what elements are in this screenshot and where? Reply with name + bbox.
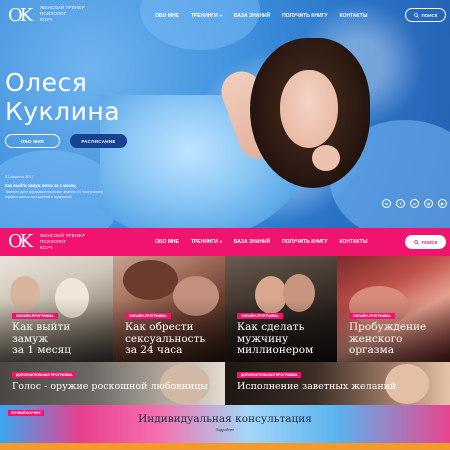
nav-item-about[interactable]: Обо мне (155, 13, 179, 19)
search-icon (413, 12, 419, 18)
nav-item-label: Тренинги (190, 13, 218, 19)
program-card-marry[interactable]: Онлайн-программа Как выйти замуж за 1 ме… (0, 256, 113, 362)
program-title-line: за 24 часа (125, 344, 183, 356)
nav-item-about[interactable]: Обо мне (155, 239, 179, 245)
nav-item-trainings[interactable]: Тренинги ▾ (191, 239, 222, 245)
nav-item-get-book[interactable]: Получить книгу (282, 13, 327, 19)
program-title-line: Как выйти (12, 321, 71, 333)
program-title: Как выйти замуж за 1 месяц (12, 321, 71, 357)
social-links: в f о ◎ ▶ (382, 199, 447, 208)
banner-title[interactable]: Индивидуальная консультация (0, 413, 450, 425)
banner-strip (0, 443, 450, 450)
hero-title: Олеся Куклина (5, 68, 120, 126)
program-card-awakening[interactable]: Онлайн-программа Пробуждение женского ор… (337, 256, 450, 362)
nav-item-get-book[interactable]: Получить книгу (282, 239, 327, 245)
tagline-line: Коуч (40, 17, 53, 22)
nav-item-contacts[interactable]: Контакты (340, 239, 368, 245)
search-label: Поиск (421, 12, 438, 18)
program-title: Исполнение заветных желаний (237, 381, 397, 392)
search-label: Поиск (421, 239, 438, 245)
program-title: Голос - оружие роскошной любовницы (12, 381, 208, 392)
nav-item-knowledge-base[interactable]: База знаний (234, 239, 270, 245)
odnoklassniki-icon[interactable]: о (410, 199, 419, 208)
main-nav: Обо мне Тренинги ▾ База знаний Получить к… (155, 13, 368, 19)
sticky-header: OK Женский тренер Психолог Коуч Обо мне … (0, 228, 450, 256)
program-tag: Дополнительная программа (237, 372, 302, 379)
hero-photo-hand (312, 145, 340, 171)
program-title: Как обрести сексуальность за 24 часа (125, 321, 205, 357)
youtube-icon[interactable]: ▶ (438, 199, 447, 208)
search-icon (413, 239, 419, 245)
program-title-line: оргазма (349, 344, 394, 356)
program-card-wishes[interactable]: Дополнительная программа Исполнение заве… (225, 362, 450, 405)
program-card-millionaire[interactable]: Онлайн-программа Как сделать мужчину мил… (225, 256, 337, 362)
hero-section: OK Женский тренер Психолог Коуч Обо мне … (0, 0, 450, 228)
program-title-line: миллионером (237, 344, 314, 356)
vk-icon[interactable]: в (382, 199, 391, 208)
logo-tagline: Женский тренер Психолог Коуч (40, 5, 85, 23)
program-title-line: за 1 месяц (12, 344, 71, 356)
schedule-button[interactable]: Расписание (70, 134, 127, 148)
search-button[interactable]: Поиск (405, 8, 446, 22)
program-card-sexuality[interactable]: Онлайн-программа Как обрести сексуальнос… (113, 256, 225, 362)
news-date: 21 апреля 2017 (5, 174, 34, 179)
program-tag: Онлайн-программа (125, 313, 171, 320)
program-tag: Онлайн-программа (349, 313, 395, 320)
logo-tagline: Женский тренер Психолог Коуч (40, 233, 85, 251)
logo[interactable]: OK (8, 6, 34, 26)
hero-photo-face (280, 70, 338, 148)
program-card-voice[interactable]: Дополнительная программа Голос - оружие … (0, 362, 225, 405)
nav-item-trainings[interactable]: Тренинги ▾ (191, 13, 222, 19)
hero-title-line: Куклина (5, 97, 121, 126)
hero-title-line: Олеся (5, 68, 88, 97)
news-text: Тренинг дает фундаментальные знания по п… (5, 190, 104, 199)
sticky-nav: Обо мне Тренинги ▾ База знаний Получить к… (155, 239, 368, 245)
instagram-icon[interactable]: ◎ (424, 199, 433, 208)
nav-item-contacts[interactable]: Контакты (340, 13, 368, 19)
program-title-line: Как обрести (125, 321, 194, 333)
program-tag: Онлайн-программа (237, 313, 283, 320)
program-tag: Онлайн-программа (12, 313, 58, 320)
logo[interactable]: OK (8, 232, 34, 252)
about-button[interactable]: Обо мне (5, 134, 60, 148)
tagline-line: Коуч (40, 245, 53, 250)
search-button[interactable]: Поиск (405, 235, 446, 249)
chevron-down-icon: ▾ (219, 13, 222, 18)
news-title-link[interactable]: Как выйти замуж легко за 1 месяц (5, 183, 125, 188)
program-title: Пробуждение женского оргазма (349, 321, 427, 357)
program-title-line: Как сделать (237, 321, 305, 333)
nav-item-knowledge-base[interactable]: База знаний (234, 13, 270, 19)
chevron-down-icon: ▾ (219, 239, 222, 244)
program-title-line: Пробуждение (349, 321, 427, 333)
banner-more-link[interactable]: Подробнее (0, 428, 450, 432)
program-title: Как сделать мужчину миллионером (237, 321, 314, 357)
facebook-icon[interactable]: f (396, 199, 405, 208)
nav-item-label: Тренинги (190, 239, 218, 245)
program-tag: Дополнительная программа (12, 372, 77, 379)
top-header: OK Женский тренер Психолог Коуч Обо мне … (0, 0, 450, 32)
